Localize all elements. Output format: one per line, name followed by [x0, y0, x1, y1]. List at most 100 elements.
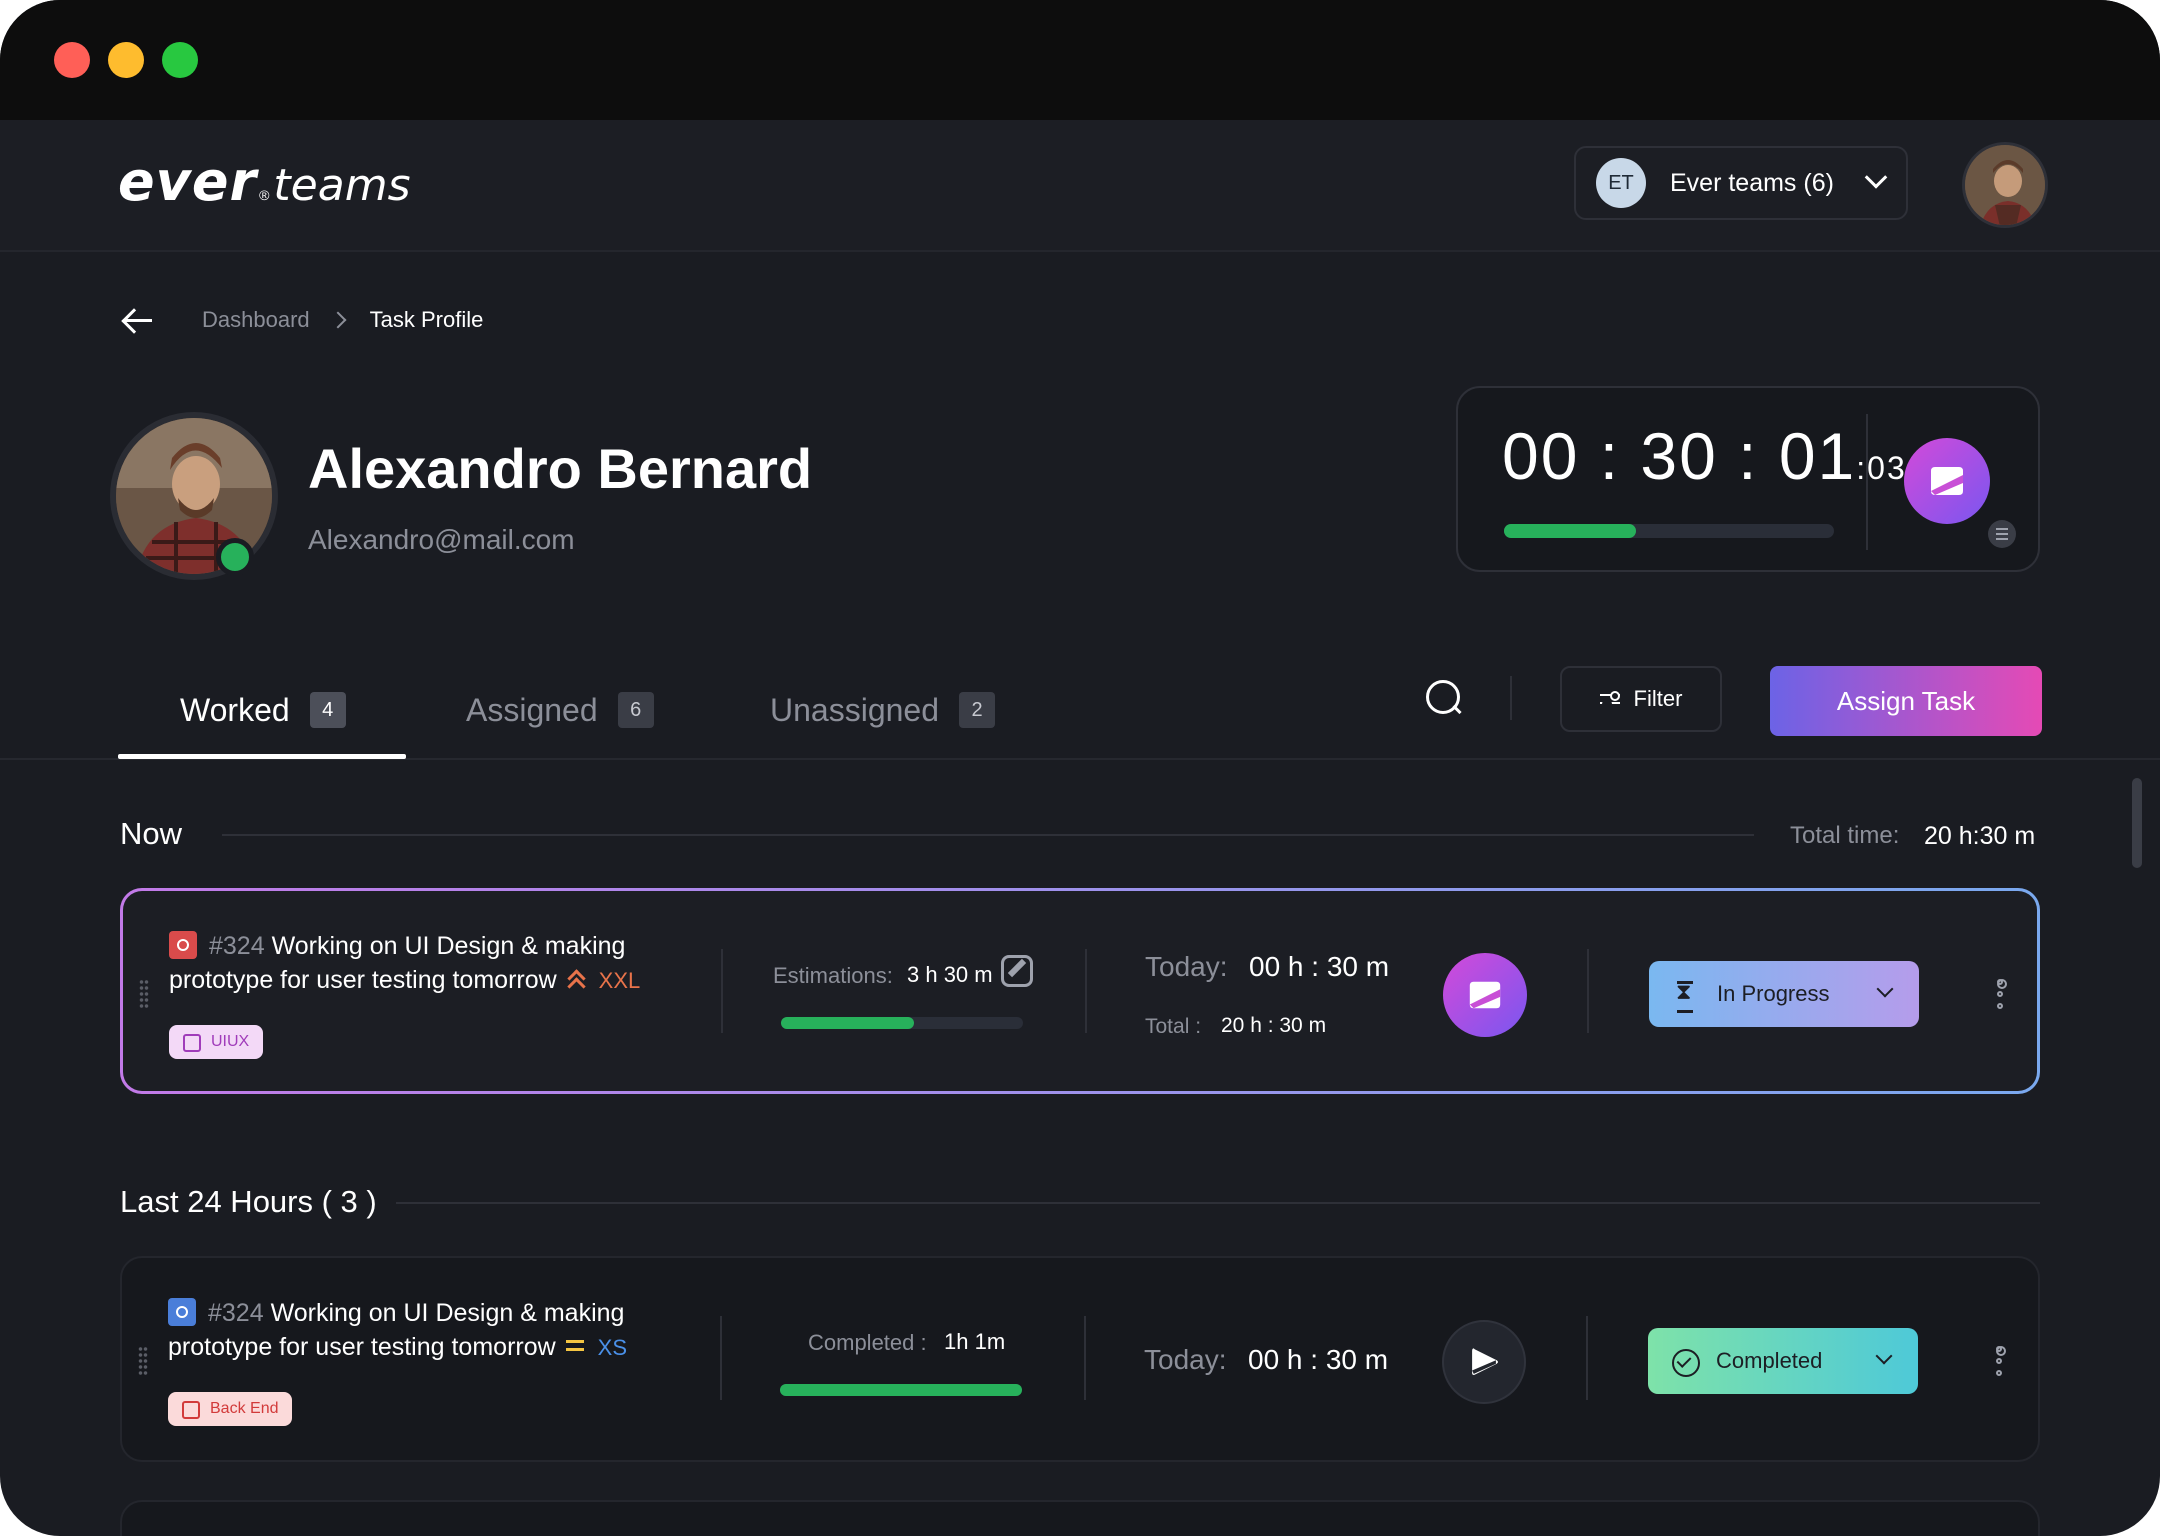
task-total-label: Total :	[1145, 1015, 1202, 1038]
section-divider	[222, 834, 1754, 836]
title-bar	[0, 0, 2160, 120]
check-circle-icon	[1672, 1348, 1700, 1377]
timer-divider	[1866, 414, 1868, 550]
card-divider	[1586, 1316, 1588, 1400]
timer-toggle-button[interactable]	[1904, 438, 1990, 524]
back-arrow-icon[interactable]	[120, 300, 160, 340]
assign-task-button[interactable]: Assign Task	[1770, 666, 2042, 736]
timer-logo-icon	[1469, 981, 1501, 1009]
chevron-down-icon	[1864, 166, 1888, 189]
timer-progress	[1504, 524, 1834, 538]
active-tab-indicator	[118, 754, 406, 759]
completion-progress-fill	[780, 1384, 1022, 1396]
tab-count: 2	[959, 692, 995, 728]
profile-name: Alexandro Bernard	[308, 437, 813, 500]
task-card[interactable]: #324 Working on UI Design & making proto…	[120, 888, 2040, 1094]
total-time-label: Total time:	[1790, 822, 1900, 849]
status-label: In Progress	[1717, 981, 1830, 1006]
team-selector[interactable]: ET Ever teams (6)	[1574, 146, 1908, 220]
tab-count: 4	[309, 692, 346, 728]
tab-count: 6	[617, 692, 654, 728]
card-divider	[1084, 1316, 1086, 1400]
maximize-window-button[interactable]	[162, 42, 198, 78]
user-photo-icon	[1965, 145, 2045, 225]
search-icon[interactable]	[1424, 678, 1464, 718]
task-card-partial[interactable]	[120, 1500, 2040, 1536]
task-play-button[interactable]	[1442, 1320, 1526, 1404]
bug-type-icon	[169, 931, 197, 959]
tab-label: Unassigned	[770, 691, 939, 728]
estimation-progress	[781, 1017, 1023, 1029]
more-options-icon[interactable]	[1995, 979, 2007, 1011]
timer-logo-icon	[1931, 467, 1963, 495]
filter-button[interactable]: Filter	[1560, 666, 1722, 732]
logo-mark: ®	[259, 187, 270, 203]
minimize-window-button[interactable]	[108, 42, 144, 78]
more-options-icon[interactable]	[1994, 1346, 2006, 1378]
tab-label: Worked	[180, 691, 290, 728]
tab-unassigned[interactable]: Unassigned 2	[770, 682, 995, 738]
timer-ms: :03	[1856, 450, 1907, 486]
profile-email: Alexandro@mail.com	[308, 524, 575, 555]
status-dropdown[interactable]: In Progress	[1649, 961, 1919, 1027]
logo-main: ever	[118, 150, 258, 213]
priority-medium-icon	[565, 1337, 584, 1355]
estimation-value: 3 h 30 m	[907, 962, 993, 987]
priority-high-icon	[567, 970, 585, 988]
close-window-button[interactable]	[54, 42, 90, 78]
completion-progress	[780, 1384, 1022, 1396]
card-divider	[1587, 949, 1589, 1033]
online-status-indicator	[216, 538, 254, 576]
timer-panel: 00 : 30 : 01:03	[1456, 386, 2040, 572]
team-badge: ET	[1596, 158, 1646, 208]
estimation-label: Estimations:	[773, 963, 893, 988]
app-window: ever ® teams ET Ever teams (6) Dashboard…	[0, 0, 2160, 1536]
edit-icon[interactable]	[1001, 955, 1033, 987]
total-time-value: 20 h:30 m	[1924, 822, 2036, 850]
user-avatar[interactable]	[1962, 142, 2048, 228]
chevron-down-icon	[1875, 1347, 1893, 1365]
completed-label: Completed :	[808, 1330, 927, 1355]
status-dropdown[interactable]: Completed	[1648, 1328, 1918, 1394]
drag-handle-icon[interactable]	[139, 979, 149, 1009]
ever-teams-logo[interactable]: ever ® teams	[118, 150, 411, 220]
chevron-right-icon	[329, 311, 347, 329]
task-tag: UIUX	[169, 1025, 264, 1059]
task-number: #324	[209, 932, 265, 960]
drag-handle-icon[interactable]	[138, 1346, 148, 1376]
task-timer-button[interactable]	[1443, 953, 1527, 1037]
scrollbar-thumb[interactable]	[2132, 778, 2142, 868]
task-title[interactable]: #324 Working on UI Design & making proto…	[168, 1296, 728, 1365]
task-card[interactable]: #324 Working on UI Design & making proto…	[120, 1256, 2040, 1462]
breadcrumb-dashboard[interactable]: Dashboard	[202, 307, 310, 333]
today-value: 00 h : 30 m	[1249, 951, 1390, 982]
logo-secondary: teams	[273, 160, 411, 211]
today-label: Today:	[1145, 951, 1228, 982]
tab-label: Assigned	[466, 691, 598, 728]
tab-assigned[interactable]: Assigned 6	[466, 682, 654, 738]
task-tag: Back End	[168, 1392, 293, 1426]
task-title[interactable]: #324 Working on UI Design & making proto…	[169, 929, 729, 998]
section-divider	[396, 1202, 2040, 1204]
sliders-icon	[1599, 690, 1620, 708]
task-size: XXL	[598, 968, 641, 993]
card-divider	[720, 1316, 722, 1400]
story-type-icon	[168, 1298, 196, 1326]
filter-label: Filter	[1633, 686, 1683, 711]
section-last24-title: Last 24 Hours ( 3 )	[120, 1184, 377, 1219]
tab-worked[interactable]: Worked 4	[180, 682, 346, 738]
status-label: Completed	[1716, 1348, 1823, 1373]
task-size: XS	[597, 1335, 628, 1360]
breadcrumb-current: Task Profile	[369, 307, 484, 332]
today-value: 00 h : 30 m	[1248, 1344, 1389, 1375]
team-name: Ever teams (6)	[1670, 168, 1834, 197]
hourglass-icon	[1673, 979, 1697, 1013]
timer-progress-fill	[1504, 524, 1636, 538]
today-label: Today:	[1144, 1344, 1227, 1375]
chevron-down-icon	[1876, 980, 1894, 998]
card-divider	[1085, 949, 1087, 1033]
estimation-progress-fill	[781, 1017, 915, 1029]
play-icon	[1472, 1348, 1499, 1375]
breadcrumb: Dashboard Task Profile	[120, 300, 483, 340]
timer-menu-icon[interactable]	[1988, 520, 2016, 548]
